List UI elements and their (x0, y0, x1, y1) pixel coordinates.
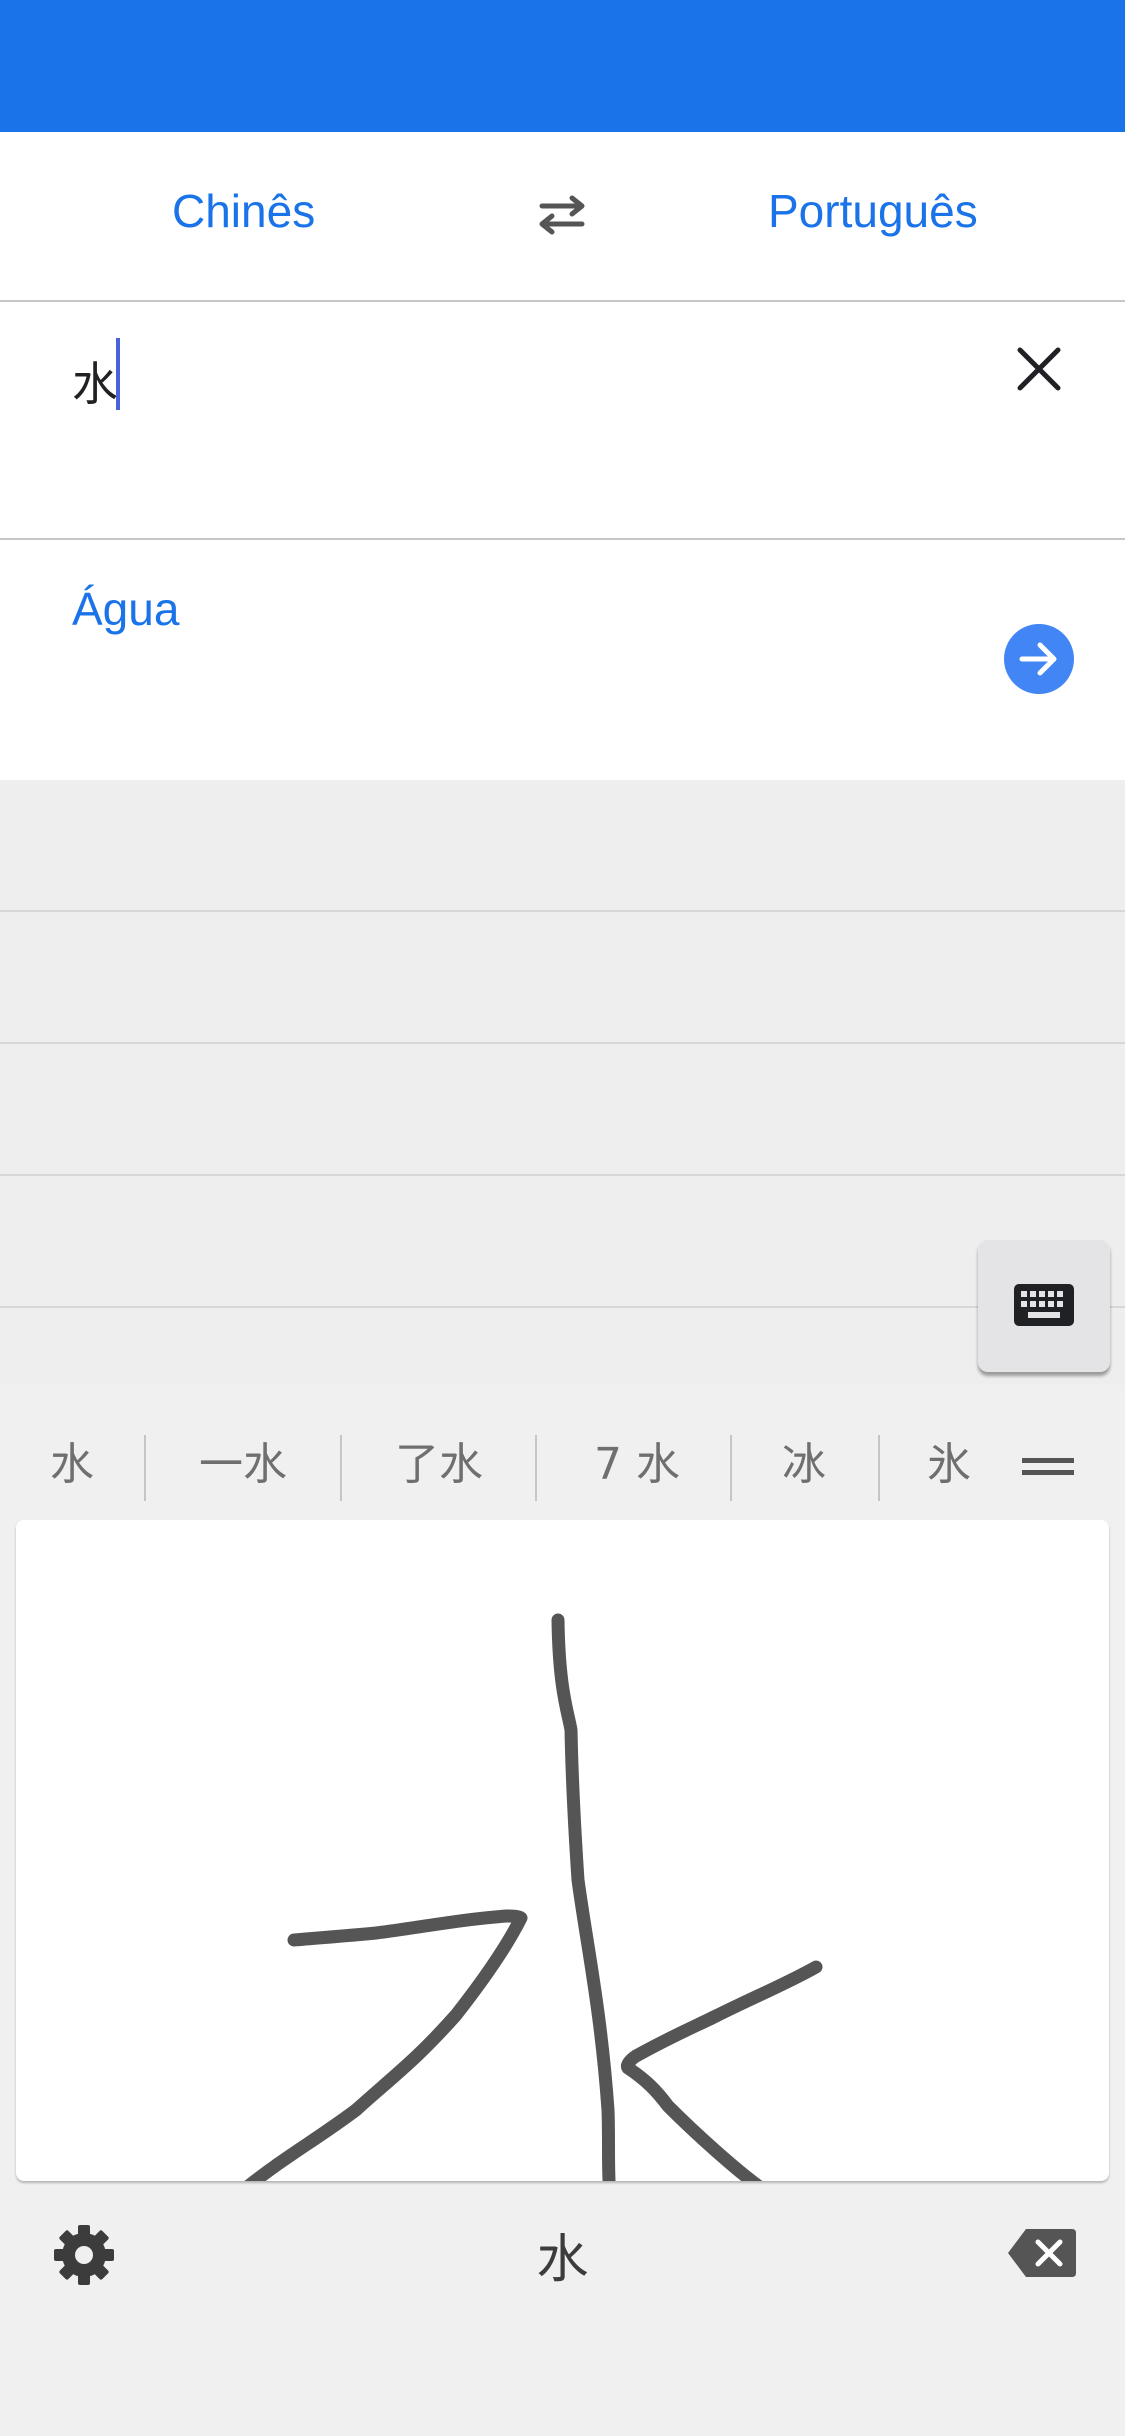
divider (0, 1174, 1125, 1176)
source-language-button[interactable]: Chinês (172, 184, 315, 238)
more-candidates-icon[interactable] (1022, 1457, 1074, 1477)
candidate-divider (144, 1435, 146, 1501)
current-character: 水 (536, 2230, 589, 2290)
candidate-4[interactable]: 冰 (746, 1415, 862, 1515)
candidate-divider (730, 1435, 732, 1501)
handwriting-keyboard: 水 一水 了水 7 水 冰 氷 水 (0, 1385, 1125, 2436)
close-icon[interactable] (1010, 340, 1068, 398)
target-language-button[interactable]: Português (768, 184, 978, 238)
divider (0, 910, 1125, 912)
translation-text: Água (72, 583, 180, 635)
divider (0, 1306, 1125, 1308)
backspace-icon[interactable] (1006, 2227, 1078, 2279)
handwritten-strokes (219, 1613, 1001, 2297)
input-text[interactable]: 水 (72, 348, 118, 414)
arrow-right-icon[interactable] (1004, 624, 1074, 694)
app-header-bar (0, 0, 1125, 132)
translation-result: Água (0, 540, 1125, 780)
swap-languages-icon[interactable] (532, 190, 592, 240)
suggestion-area (0, 780, 1125, 1385)
candidate-bar: 水 一水 了水 7 水 冰 氷 (0, 1415, 1125, 1515)
language-bar: Chinês Português (0, 132, 1125, 302)
candidate-divider (340, 1435, 342, 1501)
candidate-5[interactable]: 氷 (894, 1415, 1004, 1515)
text-cursor (116, 338, 120, 410)
handwriting-canvas[interactable] (16, 1520, 1109, 2297)
divider (0, 1042, 1125, 1044)
candidate-divider (535, 1435, 537, 1501)
candidate-3[interactable]: 7 水 (552, 1415, 722, 1515)
keyboard-icon (1014, 1284, 1074, 1326)
candidate-2[interactable]: 了水 (356, 1415, 522, 1515)
keyboard-toggle-button[interactable] (978, 1240, 1110, 1372)
candidate-1[interactable]: 一水 (160, 1415, 326, 1515)
keyboard-bottom-bar: 水 (0, 2195, 1125, 2315)
candidate-divider (878, 1435, 880, 1501)
candidate-0[interactable]: 水 (18, 1415, 126, 1515)
source-text-input[interactable]: 水 (0, 302, 1125, 540)
